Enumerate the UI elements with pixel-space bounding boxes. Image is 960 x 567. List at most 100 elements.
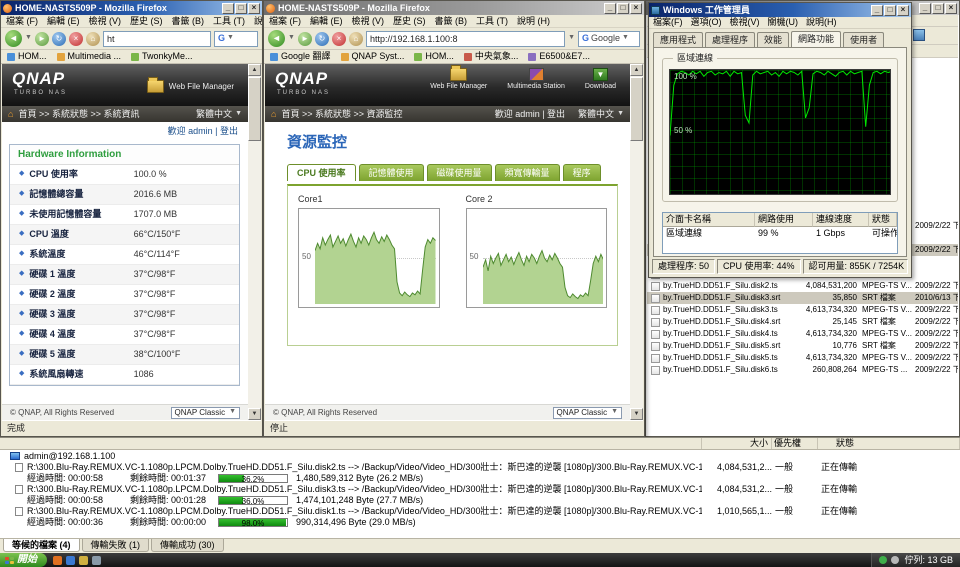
menu-item[interactable]: 檢視 (V) (352, 16, 385, 26)
show-desktop-icon[interactable] (92, 555, 101, 565)
welcome-logout-links[interactable]: 歡迎 admin | 登出 (168, 126, 238, 136)
taskman-tab[interactable]: 效能 (757, 31, 790, 47)
scroll-up-icon[interactable]: ▲ (248, 64, 261, 76)
menu-item[interactable]: 書籤 (B) (435, 16, 468, 26)
home-button[interactable]: ⌂ (85, 31, 100, 46)
scroll-up-icon[interactable]: ▲ (630, 64, 643, 76)
minimize-button[interactable]: _ (871, 4, 883, 16)
firefox-icon[interactable] (53, 555, 62, 565)
bookmark-item[interactable]: HOM... (7, 51, 47, 61)
history-dropdown-icon[interactable]: ▼ (25, 34, 32, 42)
column-header[interactable]: 網路使用 (755, 213, 813, 227)
queue-tab[interactable]: 傳輸成功 (30) (151, 539, 224, 553)
close-button[interactable]: × (897, 4, 909, 16)
queue-column-local[interactable] (0, 438, 702, 449)
column-header[interactable]: 狀態 (869, 213, 897, 227)
file-row[interactable]: by.TrueHD.DD51.F_Silu.disk4.ts 4,613,734,… (647, 328, 958, 340)
maximize-button[interactable]: □ (932, 2, 944, 14)
menu-item[interactable]: 說明 (H) (517, 16, 550, 26)
search-box[interactable]: G Google ▼ (578, 30, 640, 47)
language-label[interactable]: 繁體中文 (578, 109, 614, 119)
maximize-button[interactable]: □ (235, 2, 247, 14)
maximize-button[interactable]: □ (617, 2, 629, 14)
column-header[interactable]: 介面卡名稱 (663, 213, 755, 227)
toolbar-icon[interactable] (913, 29, 925, 41)
menu-item[interactable]: 檢視 (V) (89, 16, 122, 26)
taskman-tab[interactable]: 網路功能 (791, 30, 842, 47)
resource-tab[interactable]: 頻寬傳輸量 (494, 164, 560, 182)
scrollbar-thumb[interactable] (248, 77, 261, 141)
queue-item-row[interactable]: R:\300.Blu-Ray.REMUX.VC-1.1080p.LPCM.Dol… (0, 484, 960, 495)
internet-explorer-icon[interactable] (66, 555, 75, 565)
forward-button[interactable]: ► (34, 31, 49, 46)
back-button[interactable]: ◄ (5, 30, 22, 47)
scroll-down-icon[interactable]: ▼ (248, 408, 261, 420)
menu-item[interactable]: 說明(H) (806, 17, 837, 27)
search-engine-dropdown-icon[interactable]: ▼ (622, 34, 629, 42)
queue-item-row[interactable]: R:\300.Blu-Ray.REMUX.VC-1.1080p.LPCM.Dol… (0, 462, 960, 473)
maximize-button[interactable]: □ (884, 4, 896, 16)
close-button[interactable]: × (630, 2, 642, 14)
queue-item-row[interactable]: R:\300.Blu-Ray.REMUX.VC-1.1080p.LPCM.Dol… (0, 506, 960, 517)
menu-item[interactable]: 書籤 (B) (172, 16, 205, 26)
file-row[interactable]: by.TrueHD.DD51.F_Silu.disk3.ts 4,613,734,… (647, 304, 958, 316)
theme-select[interactable]: QNAP Classic ▼ (552, 406, 622, 419)
welcome-logout-links[interactable]: 歡迎 admin | 登出 (495, 109, 565, 119)
vertical-scrollbar[interactable]: ▲ ▼ (248, 64, 261, 420)
adapter-row[interactable]: 區域連線 99 % 1 Gbps 可操作的 (663, 227, 897, 240)
menu-item[interactable]: 關機(U) (768, 17, 799, 27)
file-row[interactable]: by.TrueHD.DD51.F_Silu.disk2.ts 4,084,531,… (647, 280, 958, 292)
theme-select[interactable]: QNAP Classic ▼ (170, 406, 240, 419)
queue-column-size[interactable]: 大小 (702, 438, 772, 449)
menu-item[interactable]: 歷史 (S) (130, 16, 163, 26)
menu-item[interactable]: 檔案 (F) (269, 16, 301, 26)
menu-item[interactable]: 檢視(V) (730, 17, 760, 27)
firefox-titlebar[interactable]: HOME-NASTS509P - Mozilla Firefox _ □ × (264, 1, 644, 15)
history-dropdown-icon[interactable]: ▼ (288, 34, 295, 42)
search-box[interactable]: G ▼ (214, 30, 258, 47)
column-header[interactable]: 連線速度 (813, 213, 869, 227)
address-dropdown-icon[interactable]: ▼ (568, 34, 575, 42)
menu-item[interactable]: 檔案 (F) (6, 16, 38, 26)
queue-server-row[interactable]: admin@192.168.1.100 (0, 450, 960, 462)
taskman-tab[interactable]: 使用者 (843, 31, 885, 47)
bookmark-item[interactable]: Google 翻譯 (270, 51, 331, 61)
close-button[interactable]: × (248, 2, 260, 14)
resource-tab[interactable]: CPU 使用率 (287, 164, 356, 182)
app-shortcut[interactable]: Web File Manager (146, 77, 234, 93)
menu-item[interactable]: 編輯 (E) (310, 16, 343, 26)
stop-button[interactable]: × (68, 31, 83, 46)
app-shortcut[interactable]: Multimedia Station (507, 68, 565, 91)
taskman-titlebar[interactable]: Windows 工作管理員 _ □ × (649, 3, 911, 17)
outlook-icon[interactable] (79, 555, 88, 565)
taskman-tab[interactable]: 處理程序 (705, 31, 756, 47)
bookmark-item[interactable]: E6500&E7... (528, 51, 590, 61)
close-button[interactable]: × (945, 2, 957, 14)
back-button[interactable]: ◄ (268, 30, 285, 47)
minimize-button[interactable]: _ (604, 2, 616, 14)
menu-item[interactable]: 檔案(F) (653, 17, 683, 27)
search-engine-dropdown-icon[interactable]: ▼ (227, 34, 234, 42)
stop-button[interactable]: × (331, 31, 346, 46)
queue-tab[interactable]: 等候的檔案 (4) (3, 539, 80, 553)
forward-button[interactable]: ► (297, 31, 312, 46)
menu-item[interactable]: 說明 (H) (254, 16, 262, 26)
file-row[interactable]: by.TrueHD.DD51.F_Silu.disk4.srt 25,145 SRT… (647, 316, 958, 328)
minimize-button[interactable]: _ (222, 2, 234, 14)
bookmark-item[interactable]: 中央氣象... (463, 51, 518, 61)
file-row[interactable]: by.TrueHD.DD51.F_Silu.disk6.ts 260,808,26… (647, 364, 958, 376)
volume-icon[interactable] (891, 556, 900, 564)
language-select[interactable]: 繁體中文 ▼ (196, 109, 242, 119)
menu-item[interactable]: 編輯 (E) (47, 16, 80, 26)
menu-item[interactable]: 選項(O) (691, 17, 722, 27)
resource-tab[interactable]: 程序 (562, 164, 601, 182)
app-shortcut[interactable]: Web File Manager (430, 65, 487, 91)
firefox-titlebar[interactable]: HOME-NASTS509P - Mozilla Firefox _ □ × (1, 1, 262, 15)
home-button[interactable]: ⌂ (348, 31, 363, 46)
bookmark-item[interactable]: HOM... (414, 51, 454, 61)
file-row[interactable]: by.TrueHD.DD51.F_Silu.disk3.srt 35,850 SRT… (647, 292, 958, 304)
refresh-button[interactable]: ↻ (51, 31, 66, 46)
address-bar[interactable] (365, 30, 566, 47)
bookmark-item[interactable]: Multimedia ... (56, 51, 121, 61)
menu-item[interactable]: 工具 (T) (213, 16, 245, 26)
